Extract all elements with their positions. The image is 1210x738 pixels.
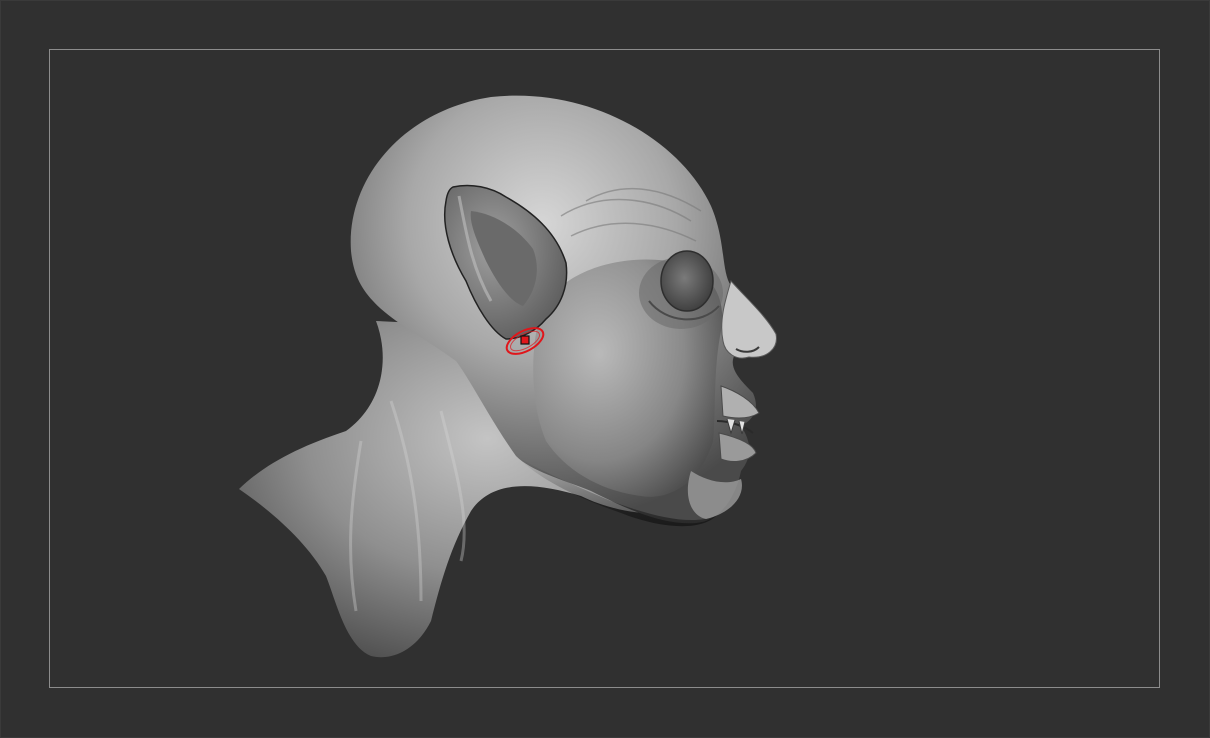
zbrush-canvas[interactable]: [0, 0, 1210, 738]
brush-center-point-icon: [520, 335, 530, 345]
sculpt-viewport[interactable]: [1, 1, 1210, 738]
eyelid: [660, 250, 714, 312]
nose-mesh: [721, 280, 777, 359]
